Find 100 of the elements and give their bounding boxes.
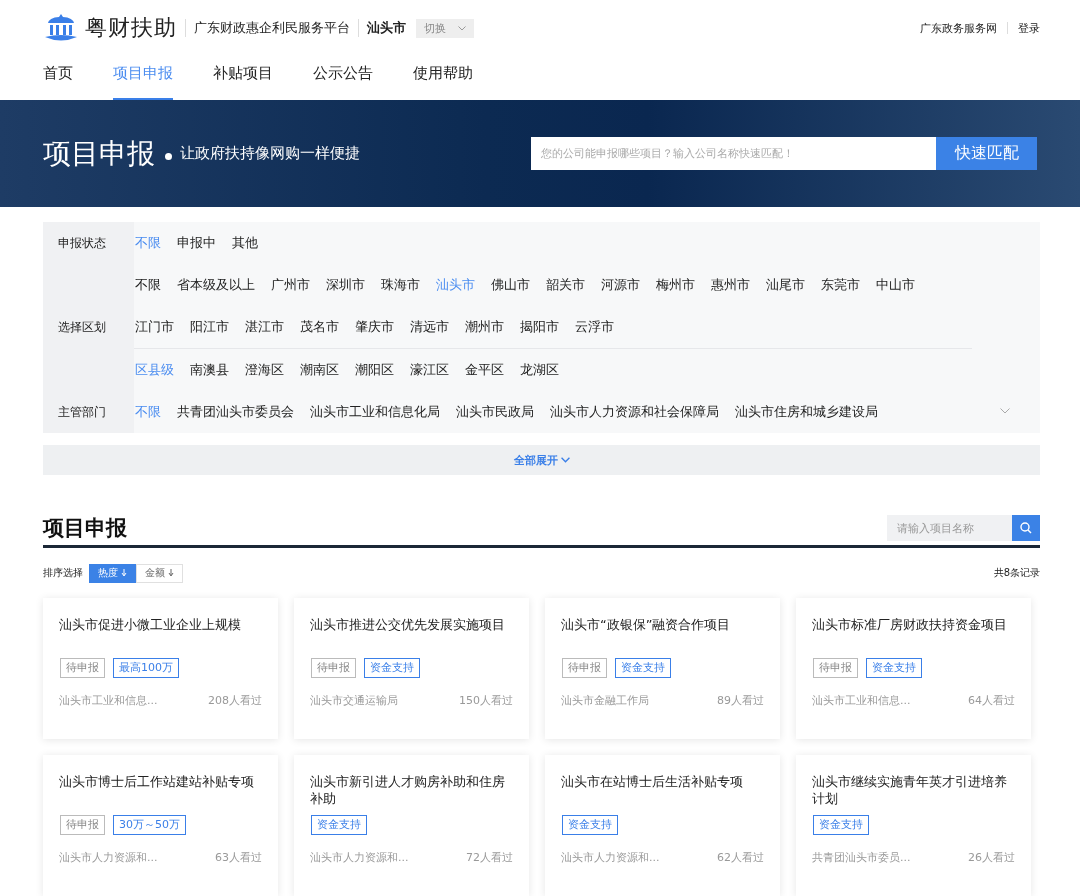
nav-tab[interactable]: 首页 <box>43 56 73 100</box>
record-count: 共8条记录 <box>993 566 1040 580</box>
project-card[interactable]: 汕头市“政银保”融资合作项目 待申报 资金支持 汕头市金融工作局 89人看过 <box>545 598 780 739</box>
department-name: 汕头市金融工作局 <box>561 693 649 708</box>
city-name: 汕头市 <box>367 19 406 37</box>
nav-tab[interactable]: 补贴项目 <box>213 56 273 100</box>
filter-option[interactable]: 梅州市 <box>656 276 695 294</box>
filter-option[interactable]: 湛江市 <box>245 318 284 336</box>
caret-icon <box>458 25 466 31</box>
filter-option[interactable]: 东莞市 <box>821 276 860 294</box>
search-button[interactable] <box>1012 515 1040 541</box>
view-count: 64人看过 <box>968 693 1015 708</box>
project-card[interactable]: 汕头市促进小微工业企业上规模 待申报 最高100万 汕头市工业和信息... 208人看过 <box>43 598 278 739</box>
sort-button[interactable]: 热度 <box>89 563 136 583</box>
project-title: 汕头市促进小微工业企业上规模 <box>59 616 242 634</box>
filter-option[interactable]: 清远市 <box>410 318 449 336</box>
project-title: 汕头市继续实施青年英才引进培养计划 <box>812 773 1008 807</box>
view-count: 208人看过 <box>208 693 262 708</box>
filter-option[interactable]: 澄海区 <box>245 361 284 379</box>
filter-option[interactable]: 云浮市 <box>575 318 614 336</box>
department-name: 共青团汕头市委员... <box>812 850 911 865</box>
dot-icon <box>165 153 172 160</box>
project-tag: 资金支持 <box>866 658 922 678</box>
brand-name: 粤财扶助 <box>85 14 177 42</box>
department-name: 汕头市人力资源和... <box>59 850 158 865</box>
project-search-field[interactable]: 请输入项目名称 <box>887 515 1012 541</box>
project-tag: 待申报 <box>60 815 105 835</box>
header-link[interactable]: 广东政务服务网 <box>920 20 997 36</box>
filter-option[interactable]: 潮南区 <box>300 361 339 379</box>
project-tag: 资金支持 <box>813 815 869 835</box>
filter-option[interactable]: 河源市 <box>601 276 640 294</box>
company-search-field[interactable]: 您的公司能申报哪些项目？输入公司名称快速匹配！ <box>531 137 936 170</box>
department-name: 汕头市人力资源和... <box>561 850 660 865</box>
search-icon <box>1020 522 1032 534</box>
filter-option[interactable]: 金平区 <box>465 361 504 379</box>
filter-option[interactable]: 濠江区 <box>410 361 449 379</box>
project-title: 汕头市新引进人才购房补助和住房补助 <box>310 773 506 807</box>
project-card[interactable]: 汕头市标准厂房财政扶持资金项目 待申报 资金支持 汕头市工业和信息... 64人看过 <box>796 598 1031 739</box>
filter-label: 申报状态 <box>58 234 106 252</box>
project-tag: 待申报 <box>562 658 607 678</box>
chevron-down-icon <box>560 457 570 463</box>
nav-tab[interactable]: 使用帮助 <box>413 56 473 100</box>
department-name: 汕头市工业和信息... <box>59 693 158 708</box>
sort-label: 排序选择 <box>43 566 83 580</box>
project-tag: 最高100万 <box>113 658 179 678</box>
filter-option[interactable]: 肇庆市 <box>355 318 394 336</box>
filter-option[interactable]: 汕头市人力资源和社会保障局 <box>550 403 719 421</box>
filter-option[interactable]: 不限 <box>135 276 161 294</box>
project-card[interactable]: 汕头市在站博士后生活补贴专项 资金支持 汕头市人力资源和... 62人看过 <box>545 755 780 896</box>
project-tag: 资金支持 <box>364 658 420 678</box>
filter-option[interactable]: 深圳市 <box>326 276 365 294</box>
header-link[interactable]: 登录 <box>1018 20 1040 36</box>
filter-option[interactable]: 申报中 <box>177 234 216 252</box>
filter-option[interactable]: 阳江市 <box>190 318 229 336</box>
department-name: 汕头市交通运输局 <box>310 693 398 708</box>
filter-option[interactable]: 共青团汕头市委员会 <box>177 403 294 421</box>
filter-option[interactable]: 茂名市 <box>300 318 339 336</box>
project-card[interactable]: 汕头市推进公交优先发展实施项目 待申报 资金支持 汕头市交通运输局 150人看过 <box>294 598 529 739</box>
filter-option[interactable]: 南澳县 <box>190 361 229 379</box>
view-count: 89人看过 <box>717 693 764 708</box>
project-card[interactable]: 汕头市博士后工作站建站补贴专项 待申报 30万～50万 汕头市人力资源和... 63人看过 <box>43 755 278 896</box>
view-count: 26人看过 <box>968 850 1015 865</box>
filter-option[interactable]: 韶关市 <box>546 276 585 294</box>
filter-option[interactable]: 惠州市 <box>711 276 750 294</box>
project-tag: 待申报 <box>60 658 105 678</box>
sort-button[interactable]: 金额 <box>136 563 183 583</box>
filter-option[interactable]: 汕尾市 <box>766 276 805 294</box>
filter-option[interactable]: 佛山市 <box>491 276 530 294</box>
project-tag: 待申报 <box>311 658 356 678</box>
department-name: 汕头市工业和信息... <box>812 693 911 708</box>
filter-option[interactable]: 汕头市民政局 <box>456 403 534 421</box>
project-title: 汕头市博士后工作站建站补贴专项 <box>59 773 255 791</box>
project-tag: 30万～50万 <box>113 815 186 835</box>
filter-option[interactable]: 中山市 <box>876 276 915 294</box>
filter-option[interactable]: 其他 <box>232 234 258 252</box>
nav-tab[interactable]: 公示公告 <box>313 56 373 100</box>
view-count: 63人看过 <box>215 850 262 865</box>
project-tag: 资金支持 <box>311 815 367 835</box>
view-count: 72人看过 <box>466 850 513 865</box>
filter-option[interactable]: 揭阳市 <box>520 318 559 336</box>
project-title: 汕头市“政银保”融资合作项目 <box>561 616 732 634</box>
filter-label: 选择区划 <box>58 319 106 336</box>
filter-option[interactable]: 汕头市住房和城乡建设局 <box>735 403 878 421</box>
filter-option[interactable]: 潮州市 <box>465 318 504 336</box>
filter-option[interactable]: 潮阳区 <box>355 361 394 379</box>
project-card[interactable]: 汕头市继续实施青年英才引进培养计划 资金支持 共青团汕头市委员... 26人看过 <box>796 755 1031 896</box>
project-tag: 资金支持 <box>615 658 671 678</box>
view-count: 62人看过 <box>717 850 764 865</box>
match-button[interactable]: 快速匹配 <box>936 137 1037 170</box>
project-card[interactable]: 汕头市新引进人才购房补助和住房补助 资金支持 汕头市人力资源和... 72人看过 <box>294 755 529 896</box>
chevron-down-icon[interactable] <box>1000 408 1010 414</box>
filter-option[interactable]: 龙湖区 <box>520 361 559 379</box>
down-arrow-icon <box>121 569 127 577</box>
down-arrow-icon <box>168 569 174 577</box>
filter-label: 主管部门 <box>58 403 106 421</box>
filter-option[interactable]: 珠海市 <box>381 276 420 294</box>
filter-option[interactable]: 汕头市工业和信息化局 <box>310 403 440 421</box>
filter-option[interactable]: 广州市 <box>271 276 310 294</box>
filter-option[interactable]: 江门市 <box>135 318 174 336</box>
filter-option[interactable]: 省本级及以上 <box>177 276 255 294</box>
